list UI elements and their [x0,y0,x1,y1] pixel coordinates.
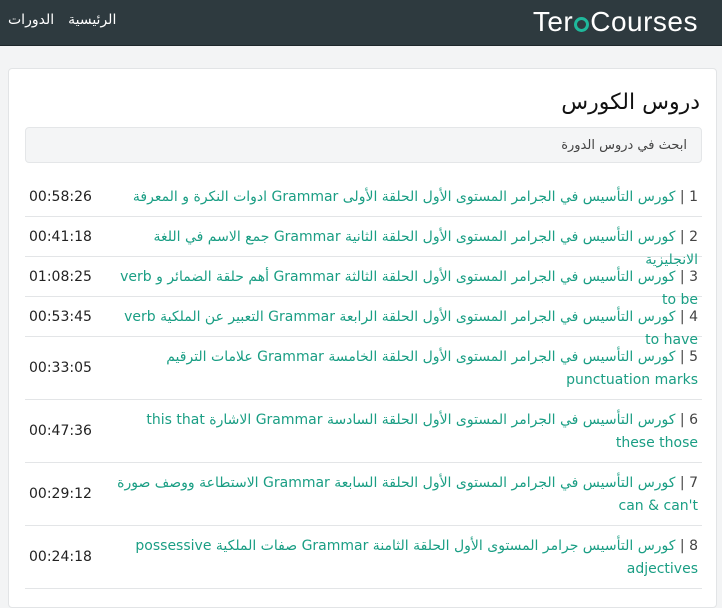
lesson-row: 1 | كورس التأسيس في الجرامر المستوى الأو… [25,177,702,217]
lesson-link[interactable]: 1 | كورس التأسيس في الجرامر المستوى الأو… [106,186,698,209]
lesson-row: 6 | كورس التأسيس في الجرامر المستوى الأو… [25,400,702,463]
lesson-row: 3 | كورس التأسيس في الجرامر المستوى الأو… [25,257,702,308]
lesson-row: 7 | كورس التأسيس في الجرامر المستوى الأو… [25,463,702,526]
site-logo[interactable]: Ter Courses [533,5,698,39]
lesson-number: 6 | [679,412,698,428]
lesson-number: 4 | [679,309,698,325]
logo-ring-icon [574,17,590,32]
lesson-number: 5 | [679,349,698,365]
lesson-title: كورس التأسيس جرامر المستوى الأول الحلقة … [135,538,698,577]
lesson-number: 2 | [679,229,698,245]
lesson-link[interactable]: 5 | كورس التأسيس في الجرامر المستوى الأو… [106,346,698,392]
nav-home-link[interactable]: الرئيسية [68,11,116,29]
logo-suffix: Courses [590,6,698,37]
lesson-duration: 00:33:05 [29,360,92,376]
lesson-row: 8 | كورس التأسيس جرامر المستوى الأول الح… [25,526,702,589]
lesson-row: 5 | كورس التأسيس في الجرامر المستوى الأو… [25,337,702,400]
lesson-link[interactable]: 7 | كورس التأسيس في الجرامر المستوى الأو… [106,472,698,518]
lesson-duration: 01:08:25 [29,268,92,285]
lesson-title: كورس التأسيس في الجرامر المستوى الأول ال… [117,475,698,514]
lesson-title: كورس التأسيس في الجرامر المستوى الأول ال… [166,349,698,388]
lesson-row: 2 | كورس التأسيس في الجرامر المستوى الأو… [25,217,702,268]
lesson-number: 3 | [679,269,698,285]
top-navbar: الرئيسية الدورات Ter Courses [0,0,722,46]
page-title: دروس الكورس [561,90,700,115]
lesson-number: 7 | [679,475,698,491]
lesson-duration: 00:29:12 [29,486,92,502]
lesson-link[interactable]: 8 | كورس التأسيس جرامر المستوى الأول الح… [106,535,698,581]
lesson-link[interactable]: 6 | كورس التأسيس في الجرامر المستوى الأو… [106,409,698,455]
lesson-row: 4 | كورس التأسيس في الجرامر المستوى الأو… [25,297,702,348]
lesson-duration: 00:41:18 [29,228,92,245]
lesson-search-input[interactable] [25,127,702,163]
lesson-title: كورس التأسيس في الجرامر المستوى الأول ال… [132,189,676,205]
lesson-title: كورس التأسيس في الجرامر المستوى الأول ال… [146,412,698,451]
lesson-duration: 00:58:26 [29,188,92,205]
lesson-number: 8 | [679,538,698,554]
lessons-list: 1 | كورس التأسيس في الجرامر المستوى الأو… [25,177,702,589]
lesson-duration: 00:24:18 [29,549,92,565]
lesson-duration: 00:53:45 [29,308,92,325]
lessons-card: دروس الكورس 1 | كورس التأسيس في الجرامر … [8,68,717,608]
lesson-number: 1 | [679,189,698,205]
nav-courses-link[interactable]: الدورات [8,11,54,29]
lesson-duration: 00:47:36 [29,423,92,439]
nav-links: الرئيسية الدورات [8,11,116,29]
logo-prefix: Ter [532,6,574,37]
